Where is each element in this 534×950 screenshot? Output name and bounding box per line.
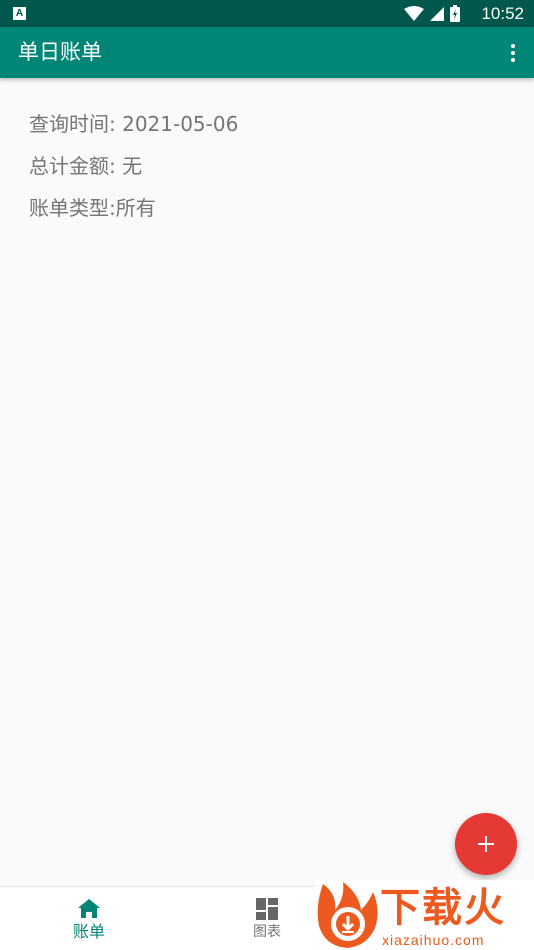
wifi-icon: [404, 5, 424, 21]
add-bill-button[interactable]: [455, 813, 517, 875]
bill-summary: 查询时间: 2021-05-06 总计金额: 无 账单类型:所有: [29, 108, 238, 234]
more-vert-icon: [511, 44, 515, 48]
notification-icon: A: [13, 7, 26, 20]
nav-item-label: 账单: [72, 922, 105, 941]
dashboard-icon: [256, 898, 278, 920]
signal-icon: [430, 6, 444, 21]
watermark-subtitle: xiazaihuo.com: [382, 932, 485, 948]
watermark-logo: 下载火 xiazaihuo.com: [315, 880, 534, 950]
plus-icon: [478, 836, 494, 852]
app-bar: 单日账单: [0, 27, 534, 78]
page-title: 单日账单: [18, 40, 102, 64]
query-time-text: 查询时间: 2021-05-06: [29, 112, 239, 136]
battery-icon: [450, 5, 460, 22]
home-icon: [78, 899, 100, 918]
nav-item-bills[interactable]: 账单: [0, 887, 178, 950]
status-bar: A 10:52: [0, 0, 534, 27]
overflow-menu-button[interactable]: [506, 41, 520, 65]
nav-item-label: 图表: [253, 924, 281, 940]
watermark-title: 下载火: [380, 885, 506, 931]
status-icons: [404, 4, 460, 23]
bill-type-text: 账单类型:所有: [29, 196, 156, 220]
clock: 10:52: [481, 4, 524, 23]
flame-logo-icon: [317, 882, 378, 948]
total-amount-text: 总计金额: 无: [29, 154, 143, 178]
